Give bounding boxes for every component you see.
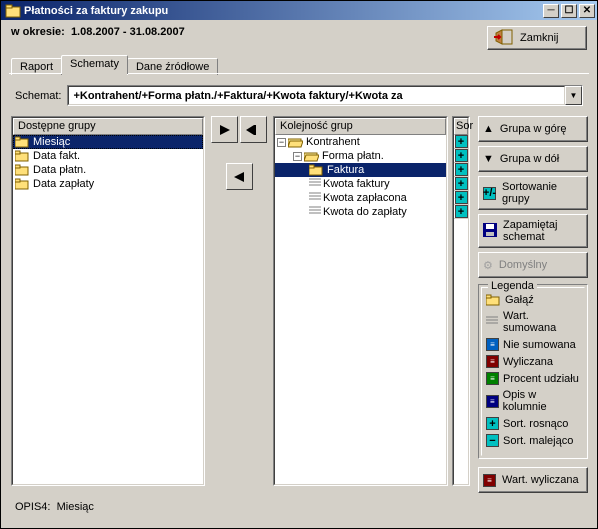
list-item[interactable]: Data fakt. [13,149,203,163]
folder-open-icon [288,136,303,148]
tree-row[interactable]: Faktura [275,163,446,177]
calc-icon: ≡ [486,355,499,368]
move-right-button[interactable] [211,116,238,143]
tabs: Raport Schematy Dane źródłowe [1,54,597,74]
schemat-label: Schemat: [15,90,61,102]
sort-header: Sor [454,118,468,135]
window-title: Płatności za faktury zakupu [24,5,543,17]
remember-scheme-button[interactable]: Zapamiętaj schemat [478,214,588,248]
close-window-button[interactable]: ✕ [579,4,595,18]
order-groups-header: Kolejność grup [275,118,446,135]
save-icon [483,223,497,240]
status-bar: OPIS4: Miesiąc [1,493,597,521]
schemat-combo[interactable]: ▼ [67,85,583,106]
list-item[interactable]: Data płatn. [13,163,203,177]
sort-asc-icon[interactable]: + [455,205,468,218]
schemat-input[interactable] [68,86,565,105]
group-up-button[interactable]: ▲ Grupa w górę [478,116,588,142]
sort-asc-icon[interactable]: + [455,135,468,148]
tree-row[interactable]: Kwota faktury [275,177,446,191]
exit-icon [494,29,514,48]
folder-open-icon [304,150,319,162]
move-left-button[interactable] [226,163,253,190]
sort-asc-icon[interactable]: + [455,149,468,162]
minimize-button[interactable]: ─ [543,4,559,18]
sort-icon: +/- [483,187,496,200]
move-all-left-button[interactable] [240,116,267,143]
col-icon: ≡ [486,395,499,408]
folder-icon [15,150,30,162]
sort-group-button[interactable]: +/- Sortowanie grupy [478,176,588,210]
sort-asc-icon[interactable]: + [455,163,468,176]
percent-icon: ≡ [486,372,499,385]
period-label: w okresie: 1.08.2007 - 31.08.2007 [11,26,185,38]
folder-icon [15,178,30,190]
calc-icon: ≡ [483,474,496,487]
sort-asc-icon[interactable]: + [455,191,468,204]
folder-icon [486,294,501,306]
sort-asc-icon: + [486,417,499,430]
tree-row[interactable]: Kwota do zapłaty [275,205,446,219]
nosum-icon: ≡ [486,338,499,351]
up-icon: ▲ [483,123,494,135]
sort-asc-icon[interactable]: + [455,177,468,190]
tree-row[interactable]: Kwota zapłacona [275,191,446,205]
calc-value-button[interactable]: ≡ Wart. wyliczana [478,467,588,493]
close-button[interactable]: Zamknij [487,26,587,50]
lines-icon [309,191,323,205]
tree-row[interactable]: − Kontrahent [275,135,446,149]
gear-icon: ⚙ [483,259,493,272]
list-item[interactable]: Data zapłaty [13,177,203,191]
app-icon [5,3,21,19]
collapse-icon[interactable]: − [277,138,286,147]
lines-icon [486,315,499,329]
available-groups-header: Dostępne grupy [13,118,203,135]
folder-icon [15,136,30,148]
sort-desc-icon: − [486,434,499,447]
tree-row[interactable]: − Forma płatn. [275,149,446,163]
dropdown-button[interactable]: ▼ [565,86,582,105]
lines-icon [309,205,323,219]
down-icon: ▼ [483,153,494,165]
list-item[interactable]: Miesiąc [13,135,203,149]
titlebar: Płatności za faktury zakupu ─ ☐ ✕ [1,1,597,20]
lines-icon [309,177,323,191]
folder-icon [309,164,324,176]
tab-schemes[interactable]: Schematy [61,55,128,74]
legend: Legenda Gałąź Wart. sumowana ≡Nie sumowa… [478,284,588,459]
group-down-button[interactable]: ▼ Grupa w dół [478,146,588,172]
sort-column: Sor + + + + + + [452,116,470,486]
order-groups-panel: Kolejność grup − Kontrahent − Forma płat… [273,116,448,486]
collapse-icon[interactable]: − [293,152,302,161]
available-groups-panel: Dostępne grupy Miesiąc Data fakt. Data p… [11,116,205,486]
maximize-button[interactable]: ☐ [561,4,577,18]
default-button: ⚙ Domyślny [478,252,588,278]
folder-icon [15,164,30,176]
legend-title: Legenda [488,280,537,292]
